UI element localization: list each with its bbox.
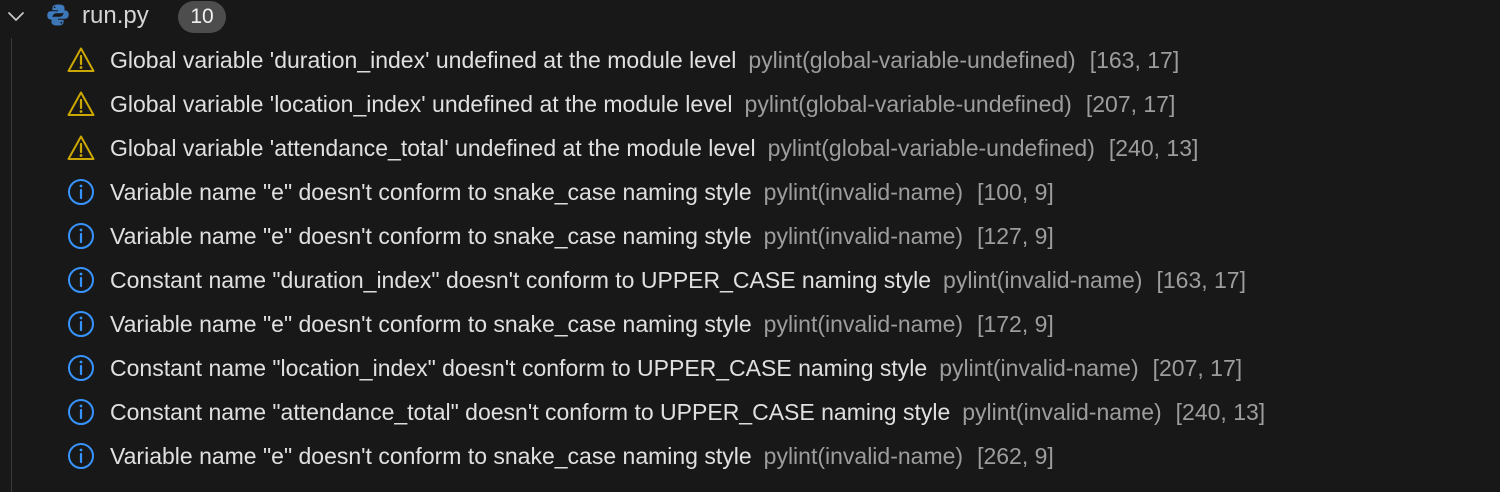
info-icon bbox=[66, 177, 96, 207]
file-name: run.py bbox=[82, 2, 149, 29]
info-icon bbox=[66, 397, 96, 427]
problem-location: [172, 9] bbox=[977, 311, 1054, 337]
problem-item[interactable]: Variable name "e" doesn't conform to sna… bbox=[0, 302, 1500, 346]
problem-text: Variable name "e" doesn't conform to sna… bbox=[110, 309, 1054, 339]
problem-item[interactable]: Constant name "duration_index" doesn't c… bbox=[0, 258, 1500, 302]
info-icon bbox=[66, 221, 96, 251]
problem-message: Variable name "e" doesn't conform to sna… bbox=[110, 443, 752, 469]
warning-icon bbox=[66, 45, 96, 75]
problem-text: Constant name "location_index" doesn't c… bbox=[110, 353, 1242, 383]
problem-message: Constant name "location_index" doesn't c… bbox=[110, 355, 928, 381]
problem-location: [207, 17] bbox=[1085, 91, 1176, 117]
problem-message: Global variable 'duration_index' undefin… bbox=[110, 47, 737, 73]
problem-location: [100, 9] bbox=[977, 179, 1054, 205]
problem-location: [262, 9] bbox=[977, 443, 1054, 469]
chevron-down-icon[interactable] bbox=[6, 7, 26, 27]
problem-source: pylint(invalid-name) bbox=[763, 443, 964, 469]
problem-item[interactable]: Global variable 'location_index' undefin… bbox=[0, 82, 1500, 126]
problem-source: pylint(invalid-name) bbox=[763, 223, 964, 249]
info-icon bbox=[66, 265, 96, 295]
problem-source: pylint(invalid-name) bbox=[763, 179, 964, 205]
problem-text: Constant name "attendance_total" doesn't… bbox=[110, 397, 1265, 427]
warning-icon bbox=[66, 133, 96, 163]
problem-location: [163, 17] bbox=[1089, 47, 1180, 73]
problem-text: Global variable 'attendance_total' undef… bbox=[110, 133, 1198, 163]
problem-message: Constant name "duration_index" doesn't c… bbox=[110, 267, 932, 293]
problem-item[interactable]: Constant name "location_index" doesn't c… bbox=[0, 346, 1500, 390]
problem-source: pylint(invalid-name) bbox=[939, 355, 1139, 381]
python-file-icon bbox=[47, 4, 69, 26]
problem-item[interactable]: Variable name "e" doesn't conform to sna… bbox=[0, 170, 1500, 214]
problem-source: pylint(invalid-name) bbox=[763, 311, 964, 337]
problem-item[interactable]: Global variable 'attendance_total' undef… bbox=[0, 126, 1500, 170]
problem-source: pylint(global-variable-undefined) bbox=[744, 91, 1072, 117]
problem-item[interactable]: Variable name "e" doesn't conform to sna… bbox=[0, 214, 1500, 258]
problem-source: pylint(global-variable-undefined) bbox=[748, 47, 1076, 73]
problem-source: pylint(invalid-name) bbox=[943, 267, 1143, 293]
problem-text: Constant name "duration_index" doesn't c… bbox=[110, 265, 1246, 295]
problem-location: [240, 13] bbox=[1175, 399, 1266, 425]
problem-item[interactable]: Constant name "attendance_total" doesn't… bbox=[0, 390, 1500, 434]
info-icon bbox=[66, 309, 96, 339]
problem-message: Variable name "e" doesn't conform to sna… bbox=[110, 223, 752, 249]
problem-count-badge: 10 bbox=[178, 1, 226, 33]
info-icon bbox=[66, 441, 96, 471]
problem-message: Variable name "e" doesn't conform to sna… bbox=[110, 311, 752, 337]
file-row-run-py[interactable]: run.py 10 bbox=[0, 0, 1500, 34]
problem-text: Global variable 'location_index' undefin… bbox=[110, 89, 1175, 119]
problem-message: Variable name "e" doesn't conform to sna… bbox=[110, 179, 752, 205]
problems-list: Global variable 'duration_index' undefin… bbox=[0, 38, 1500, 478]
problem-message: Global variable 'attendance_total' undef… bbox=[110, 135, 756, 161]
problem-location: [207, 17] bbox=[1152, 355, 1243, 381]
problem-source: pylint(global-variable-undefined) bbox=[767, 135, 1095, 161]
info-icon bbox=[66, 353, 96, 383]
warning-icon bbox=[66, 89, 96, 119]
problem-location: [127, 9] bbox=[977, 223, 1054, 249]
problem-text: Global variable 'duration_index' undefin… bbox=[110, 45, 1179, 75]
problem-source: pylint(invalid-name) bbox=[962, 399, 1162, 425]
problem-text: Variable name "e" doesn't conform to sna… bbox=[110, 177, 1054, 207]
problem-message: Global variable 'location_index' undefin… bbox=[110, 91, 733, 117]
problem-message: Constant name "attendance_total" doesn't… bbox=[110, 399, 951, 425]
problem-location: [240, 13] bbox=[1108, 135, 1199, 161]
problem-text: Variable name "e" doesn't conform to sna… bbox=[110, 441, 1054, 471]
problem-text: Variable name "e" doesn't conform to sna… bbox=[110, 221, 1054, 251]
problem-item[interactable]: Variable name "e" doesn't conform to sna… bbox=[0, 434, 1500, 478]
problem-item[interactable]: Global variable 'duration_index' undefin… bbox=[0, 38, 1500, 82]
problem-location: [163, 17] bbox=[1156, 267, 1246, 293]
